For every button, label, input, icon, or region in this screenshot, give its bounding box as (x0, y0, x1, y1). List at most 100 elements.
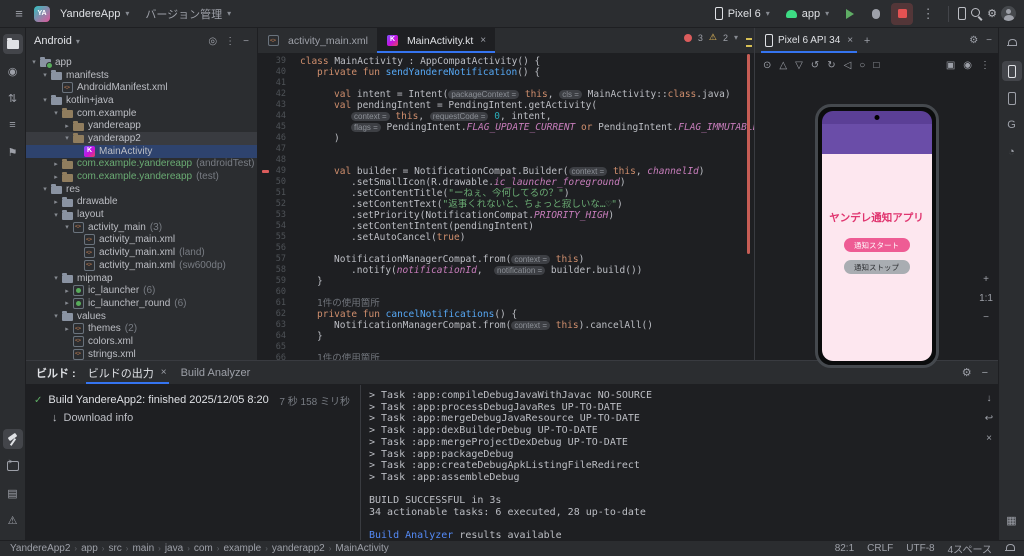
code-line[interactable]: 61 1件の使用箇所 (258, 298, 754, 309)
build-analyzer-link[interactable]: Build Analyzer (369, 530, 454, 540)
code-line[interactable]: 58 .notify(notificationId, notification =… (258, 265, 754, 276)
code-line[interactable]: 63 NotificationManagerCompat.from(context… (258, 320, 754, 331)
settings-icon[interactable]: ⚙ (962, 366, 972, 379)
code-line[interactable]: 56 (258, 243, 754, 254)
close-icon[interactable]: × (847, 35, 853, 46)
tree-item[interactable]: MainActivity (26, 144, 257, 158)
breadcrumb-item[interactable]: MainActivity (335, 543, 388, 554)
app-insights-icon[interactable]: ◔ (1002, 142, 1022, 162)
tab-mainactivity-kt[interactable]: MainActivity.kt × (376, 28, 496, 53)
breadcrumb-item[interactable]: app (81, 543, 98, 554)
tree-item[interactable]: ▸ drawable (26, 196, 257, 209)
breadcrumb-item[interactable]: yanderapp2 (272, 543, 325, 554)
inspections-widget[interactable]: 3 ⚠ 2 ▾ (683, 32, 738, 43)
terminal-icon[interactable] (3, 456, 23, 476)
code-line[interactable]: 43 val pendingIntent = PendingIntent.getA… (258, 100, 754, 111)
code-line[interactable]: 49 val builder = NotificationCompat.Build… (258, 166, 754, 177)
notification-stop-button[interactable]: 通知ストップ (843, 260, 910, 274)
code-line[interactable]: 62 private fun cancelNotifications() { (258, 309, 754, 320)
main-menu-icon[interactable]: ≡ (8, 3, 30, 25)
build-tree-item[interactable]: ↓ Download info (34, 409, 360, 427)
close-icon[interactable]: × (161, 367, 167, 378)
clear-all-icon[interactable]: × (986, 433, 992, 444)
layout-inspector-icon[interactable]: ▦ (1002, 510, 1022, 530)
bookmarks-icon[interactable]: ⚑ (3, 142, 23, 162)
settings-icon[interactable]: ⚙ (969, 35, 978, 46)
tree-item[interactable]: ▾ yanderapp2 (26, 132, 257, 145)
tree-item[interactable]: ▸ ic_launcher_round (6) (26, 297, 257, 310)
tab-build-analyzer[interactable]: Build Analyzer (179, 361, 253, 384)
project-icon[interactable] (2, 34, 23, 54)
vcs-widget[interactable]: バージョン管理 ▾ (139, 3, 237, 25)
tree-item[interactable]: ▸ com.example.yandereapp (test) (26, 170, 257, 183)
tree-toggle-icon[interactable]: ▸ (51, 173, 61, 181)
tree-toggle-icon[interactable]: ▸ (51, 160, 61, 168)
breadcrumb-item[interactable]: src (108, 543, 121, 554)
tree-item[interactable]: strings.xml (26, 348, 257, 360)
breadcrumb-item[interactable]: YandereApp2 (10, 543, 70, 554)
breadcrumb-item[interactable]: java (165, 543, 183, 554)
logcat-icon[interactable]: ▤ (3, 483, 23, 503)
debug-button[interactable] (865, 3, 887, 25)
tab-build-output[interactable]: ビルドの出力 × (85, 361, 169, 384)
breadcrumb-item[interactable]: main (132, 543, 154, 554)
overview-icon[interactable]: □ (873, 60, 879, 71)
tree-toggle-icon[interactable]: ▾ (51, 211, 61, 219)
tree-toggle-icon[interactable]: ▾ (40, 71, 50, 79)
tree-toggle-icon[interactable]: ▾ (29, 58, 39, 66)
device-selector[interactable]: Pixel 6 ▾ (709, 3, 776, 25)
search-icon[interactable] (970, 7, 983, 20)
breadcrumb-item[interactable]: example (223, 543, 261, 554)
tree-toggle-icon[interactable]: ▾ (51, 274, 61, 282)
hide-icon[interactable]: − (243, 36, 249, 47)
build-tree-item[interactable]: ✓ Build YandereApp2: finished 2025/12/05 … (34, 391, 360, 409)
back-icon[interactable]: ◁ (844, 60, 852, 71)
code-line[interactable]: 65 (258, 342, 754, 353)
locate-file-icon[interactable]: ◎ (208, 36, 217, 47)
device-manager-icon[interactable] (1002, 88, 1022, 108)
code-line[interactable]: 45 flags = PendingIntent.FLAG_UPDATE_CURR… (258, 122, 754, 133)
more-icon[interactable]: ⋮ (980, 60, 990, 71)
gradle-icon[interactable]: G (1002, 115, 1022, 135)
device-tab-pixel6[interactable]: Pixel 6 API 34 × (761, 28, 858, 53)
tree-toggle-icon[interactable]: ▾ (62, 134, 72, 142)
tree-toggle-icon[interactable]: ▸ (62, 122, 72, 130)
close-icon[interactable]: × (480, 35, 486, 46)
build-icon[interactable] (2, 429, 23, 449)
tab-activity-main-xml[interactable]: activity_main.xml (258, 28, 377, 53)
problems-icon[interactable]: ⚠ (3, 510, 23, 530)
code-line[interactable]: 66 1件の使用箇所 (258, 353, 754, 360)
tree-item[interactable]: activity_main.xml(sw600dp) (26, 259, 257, 272)
tree-item[interactable]: activity_main.xml(land) (26, 246, 257, 259)
build-console[interactable]: > Task :app:compileDebugJavaWithJavac NO… (361, 385, 980, 540)
line-ending[interactable]: CRLF (867, 543, 893, 554)
tree-item[interactable]: ▾ layout (26, 208, 257, 221)
code-line[interactable]: 44 context = this, requestCode = 0, inten… (258, 111, 754, 122)
tree-item[interactable]: ▾ manifests (26, 69, 257, 82)
tree-item[interactable]: ▾ app (26, 56, 257, 70)
tree-toggle-icon[interactable]: ▾ (51, 312, 61, 320)
tree-toggle-icon[interactable]: ▾ (40, 185, 50, 193)
tree-item[interactable]: colors.xml (26, 335, 257, 348)
tree-toggle-icon[interactable]: ▸ (62, 287, 72, 295)
tree-toggle-icon[interactable]: ▸ (51, 198, 61, 206)
code-line[interactable]: 41 (258, 78, 754, 89)
rotate-right-icon[interactable]: ↻ (827, 60, 835, 71)
tree-toggle-icon[interactable]: ▾ (40, 96, 50, 104)
soft-wrap-icon[interactable]: ↩ (985, 413, 993, 424)
code-line[interactable]: 64} (258, 331, 754, 342)
more-actions-button[interactable]: ⋮ (917, 3, 939, 25)
tree-item[interactable]: ▸ com.example.yandereapp (androidTest) (26, 158, 257, 171)
tree-item[interactable]: ▾ com.example (26, 107, 257, 120)
tree-item[interactable]: ▸ yandereapp (26, 119, 257, 132)
volume-down-icon[interactable]: ▽ (795, 60, 803, 71)
tree-item[interactable]: ▾ values (26, 310, 257, 323)
structure-icon[interactable]: ≡ (3, 115, 23, 135)
zoom-out-button[interactable]: − (983, 312, 989, 323)
add-device-tab-button[interactable]: + (857, 28, 877, 53)
run-configuration-selector[interactable]: app ▾ (780, 3, 835, 25)
tree-toggle-icon[interactable]: ▸ (62, 299, 72, 307)
more-icon[interactable]: ⋮ (225, 36, 235, 47)
code-line[interactable]: 57 NotificationManagerCompat.from(context… (258, 254, 754, 265)
code-line[interactable]: 53 .setPriority(NotificationCompat.PRIORI… (258, 210, 754, 221)
